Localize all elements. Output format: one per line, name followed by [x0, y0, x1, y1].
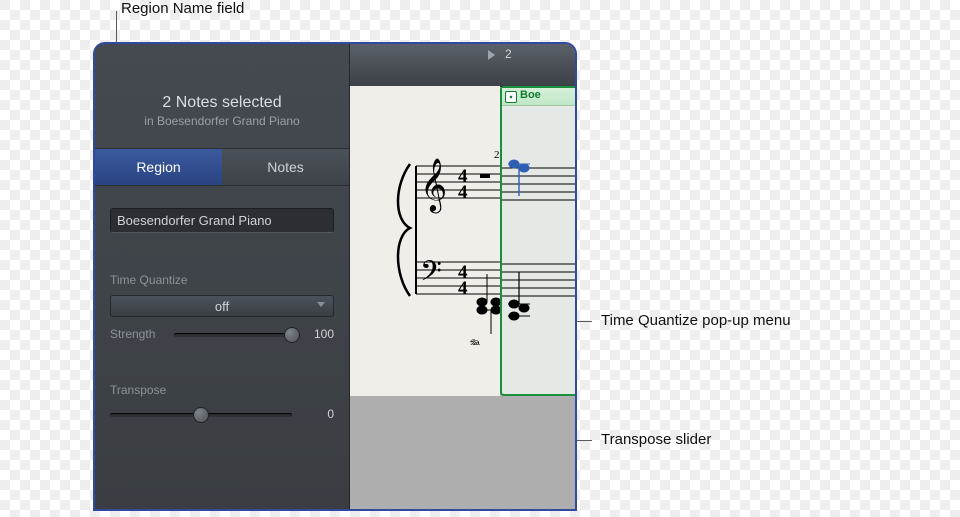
tab-region[interactable]: Region [95, 149, 222, 185]
midi-region-block[interactable]: Boe [500, 86, 575, 396]
score-area: 2 [349, 44, 575, 509]
transpose-section: Transpose 0 [110, 383, 334, 421]
region-staff-icon [502, 108, 575, 398]
callout-time-quantize-label: Time Quantize pop-up menu [601, 312, 791, 329]
ruler-top [350, 44, 575, 67]
callout-region-name-label: Region Name field [121, 0, 244, 17]
region-name-field[interactable] [110, 208, 334, 233]
ruler-bottom [350, 66, 575, 87]
tab-notes[interactable]: Notes [222, 149, 349, 185]
callout-transpose-label: Transpose slider [601, 431, 711, 448]
inspector-panel: 2 Notes selected in Boesendorfer Grand P… [95, 44, 349, 509]
inspector-tabs: Region Notes [95, 148, 349, 186]
grand-staff-icon: 𝄞 𝄢 4 4 4 4 2 [350, 86, 500, 396]
svg-text:4: 4 [458, 182, 468, 203]
ruler-disclosure-triangle-icon[interactable] [488, 50, 495, 60]
transpose-title: Transpose [110, 383, 334, 397]
svg-text:4: 4 [458, 278, 468, 299]
region-block-header: Boe [502, 88, 575, 106]
strength-slider-row: Strength 100 [110, 327, 334, 341]
slider-thumb[interactable] [284, 327, 300, 343]
time-quantize-value: off [215, 299, 229, 314]
selection-title: 2 Notes selected [110, 94, 334, 112]
svg-text:2: 2 [494, 149, 500, 161]
svg-text:𝄢: 𝄢 [420, 257, 442, 294]
selection-subtitle: in Boesendorfer Grand Piano [110, 114, 334, 128]
strength-value: 100 [300, 327, 334, 341]
region-block-title: Boe [520, 89, 541, 101]
score-editor-window: 2 Notes selected in Boesendorfer Grand P… [95, 44, 575, 509]
slider-thumb[interactable] [193, 407, 209, 423]
time-quantize-popup[interactable]: off [110, 295, 334, 317]
svg-text:𝆮: 𝆮 [468, 337, 480, 354]
transpose-slider[interactable] [110, 407, 292, 421]
strength-slider[interactable] [174, 327, 292, 341]
time-ruler[interactable]: 2 [350, 44, 575, 86]
transpose-slider-row: 0 [110, 407, 334, 421]
chevron-down-icon [317, 302, 325, 307]
ruler-bar-number: 2 [505, 47, 512, 61]
time-quantize-title: Time Quantize [110, 273, 334, 287]
strength-label: Strength [110, 327, 166, 341]
inspector-header: 2 Notes selected in Boesendorfer Grand P… [110, 94, 334, 128]
transpose-value: 0 [300, 407, 334, 421]
region-name-row [110, 208, 334, 233]
svg-text:𝄞: 𝄞 [420, 158, 447, 213]
score-margin-area: 𝄞 𝄢 4 4 4 4 2 [350, 86, 500, 396]
time-quantize-section: Time Quantize off Strength 100 [110, 273, 334, 341]
